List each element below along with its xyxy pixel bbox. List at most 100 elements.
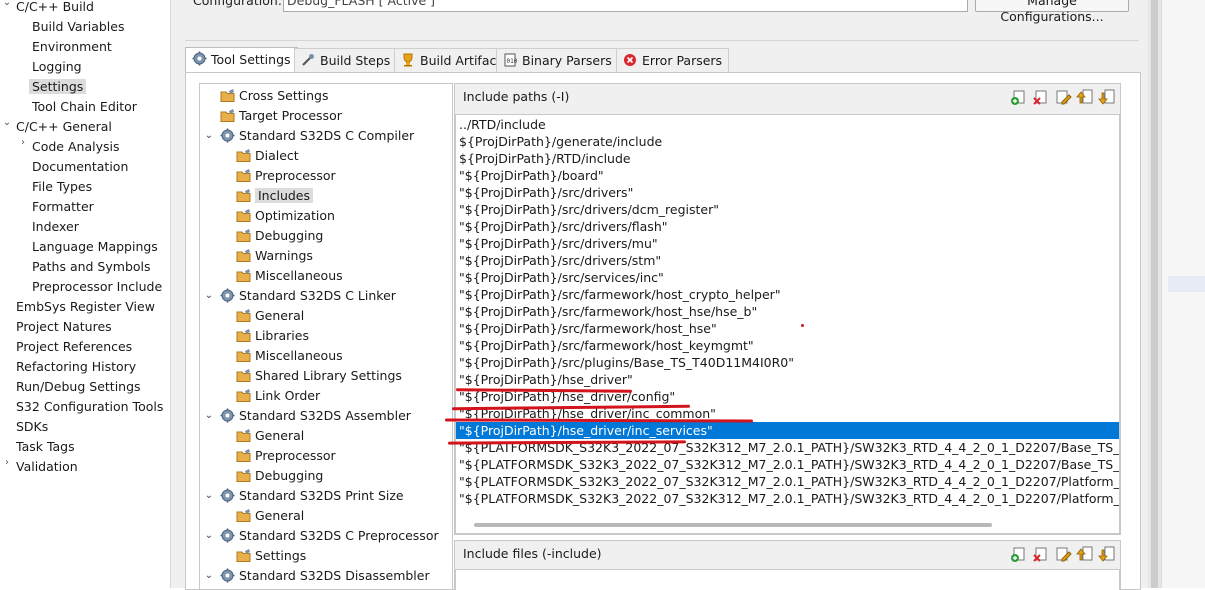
property-item[interactable]: EmbSys Register View: [16, 297, 155, 316]
delete-icon[interactable]: [1032, 88, 1050, 106]
tree-item[interactable]: Debugging: [236, 226, 323, 245]
tree-item[interactable]: Miscellaneous: [236, 346, 343, 365]
tree-item[interactable]: ⌄ Standard S32DS C Linker: [205, 286, 396, 305]
tab-tool-settings[interactable]: Tool Settings: [185, 47, 298, 73]
property-item[interactable]: Logging: [32, 57, 82, 76]
delete-icon[interactable]: [1032, 545, 1050, 563]
property-item[interactable]: Indexer: [32, 217, 79, 236]
tree-item[interactable]: ⌄ Standard S32DS Print Size: [205, 486, 404, 505]
move-down-icon[interactable]: [1098, 545, 1116, 563]
include-path-row[interactable]: "${ProjDirPath}/src/drivers": [456, 184, 1119, 201]
property-item[interactable]: File Types: [32, 177, 92, 196]
chevron-down-icon[interactable]: ⌄: [204, 526, 214, 545]
tab-build-artifact[interactable]: Build Artifact: [394, 48, 509, 72]
include-path-row[interactable]: "${PLATFORMSDK_S32K3_2022_07_S32K312_M7_…: [456, 473, 1119, 490]
include-path-row[interactable]: "${ProjDirPath}/src/farmework/host_hse": [456, 320, 1119, 337]
include-path-row[interactable]: "${ProjDirPath}/src/farmework/host_hse/h…: [456, 303, 1119, 320]
tree-item[interactable]: Miscellaneous: [236, 266, 343, 285]
property-item[interactable]: Tool Chain Editor: [32, 97, 137, 116]
tab-binary-parsers[interactable]: 010 Binary Parsers: [496, 48, 619, 72]
property-item[interactable]: C/C++ Build: [16, 0, 94, 16]
edit-icon[interactable]: [1054, 545, 1072, 563]
property-item[interactable]: Project Natures: [16, 317, 112, 336]
property-item[interactable]: Documentation: [32, 157, 128, 176]
tree-item[interactable]: ⌄ Standard S32DS C Compiler: [205, 126, 414, 145]
tree-item[interactable]: Optimization: [236, 206, 335, 225]
chevron-right-icon[interactable]: ›: [18, 137, 28, 148]
include-path-row[interactable]: ../RTD/include: [456, 116, 1119, 133]
property-item[interactable]: Environment: [32, 37, 112, 56]
include-paths-list[interactable]: ../RTD/include ${ProjDirPath}/generate/in…: [455, 114, 1120, 534]
include-path-row[interactable]: "${PLATFORMSDK_S32K3_2022_07_S32K312_M7_…: [456, 490, 1119, 507]
property-item[interactable]: Language Mappings: [32, 237, 158, 256]
edit-icon[interactable]: [1054, 88, 1072, 106]
tree-item[interactable]: Includes: [236, 186, 314, 205]
property-item[interactable]: S32 Configuration Tools: [16, 397, 163, 416]
tree-item[interactable]: Settings: [236, 546, 306, 565]
property-item[interactable]: Formatter: [32, 197, 94, 216]
include-path-row[interactable]: "${ProjDirPath}/src/farmework/host_keymg…: [456, 337, 1119, 354]
scrollbar-thumb[interactable]: [1151, 0, 1158, 588]
chevron-down-icon[interactable]: ⌄: [204, 406, 214, 425]
property-item[interactable]: Task Tags: [16, 437, 75, 456]
tree-item[interactable]: Preprocessor: [236, 446, 336, 465]
include-path-row[interactable]: "${ProjDirPath}/src/drivers/mu": [456, 235, 1119, 252]
add-icon[interactable]: [1010, 88, 1028, 106]
property-item[interactable]: Build Variables: [32, 17, 124, 36]
tree-item[interactable]: Warnings: [236, 246, 313, 265]
property-item[interactable]: Code Analysis: [32, 137, 119, 156]
chevron-right-icon[interactable]: ›: [2, 457, 12, 468]
tree-item[interactable]: Dialect: [236, 146, 299, 165]
include-path-row[interactable]: ${ProjDirPath}/RTD/include: [456, 150, 1119, 167]
tree-item[interactable]: ⌄ Standard S32DS Assembler: [205, 406, 411, 425]
tree-item[interactable]: General: [236, 506, 304, 525]
chevron-down-icon[interactable]: ⌄: [204, 486, 214, 505]
property-item[interactable]: Preprocessor Include: [32, 277, 162, 296]
configuration-combo[interactable]: Debug_FLASH [ Active ]: [283, 0, 968, 12]
manage-configurations-button[interactable]: Manage Configurations...: [975, 0, 1129, 24]
include-path-row[interactable]: "${ProjDirPath}/src/drivers/dcm_register…: [456, 201, 1119, 218]
chevron-down-icon[interactable]: ⌄: [204, 286, 214, 305]
move-down-icon[interactable]: [1098, 88, 1116, 106]
horizontal-scrollbar[interactable]: [456, 517, 1119, 533]
include-path-row[interactable]: "${ProjDirPath}/src/farmework/host_crypt…: [456, 286, 1119, 303]
tree-item[interactable]: Libraries: [236, 326, 309, 345]
tree-item[interactable]: Link Order: [236, 386, 320, 405]
tab-error-parsers[interactable]: Error Parsers: [616, 48, 730, 72]
property-item[interactable]: Settings: [29, 77, 87, 96]
include-path-row[interactable]: "${ProjDirPath}/src/plugins/Base_TS_T40D…: [456, 354, 1119, 371]
chevron-down-icon[interactable]: ⌄: [204, 566, 214, 585]
tree-item[interactable]: General: [236, 306, 304, 325]
property-item[interactable]: Run/Debug Settings: [16, 377, 141, 396]
tree-item[interactable]: ⌄ Standard S32DS Disassembler: [205, 566, 430, 585]
include-path-row[interactable]: "${ProjDirPath}/src/drivers/stm": [456, 252, 1119, 269]
tree-item[interactable]: Cross Settings: [220, 86, 329, 105]
tree-item[interactable]: Target Processor: [220, 106, 342, 125]
include-files-list[interactable]: [455, 569, 1120, 590]
include-path-row[interactable]: "${PLATFORMSDK_S32K3_2022_07_S32K312_M7_…: [456, 456, 1119, 473]
tree-item[interactable]: Debugging: [236, 466, 323, 485]
tree-item[interactable]: Shared Library Settings: [236, 366, 402, 385]
include-path-row[interactable]: "${ProjDirPath}/hse_driver": [456, 371, 1119, 388]
property-item[interactable]: Project References: [16, 337, 132, 356]
include-path-row[interactable]: ${ProjDirPath}/generate/include: [456, 133, 1119, 150]
property-item[interactable]: Refactoring History: [16, 357, 136, 376]
property-item[interactable]: C/C++ General: [16, 117, 112, 136]
tab-build-steps[interactable]: Build Steps: [294, 48, 398, 72]
include-path-row[interactable]: "${ProjDirPath}/board": [456, 167, 1119, 184]
vertical-scrollbar[interactable]: [1148, 0, 1161, 588]
add-icon[interactable]: [1010, 545, 1028, 563]
chevron-down-icon[interactable]: ⌄: [204, 126, 214, 145]
property-item[interactable]: Validation: [16, 457, 78, 476]
tree-item[interactable]: Preprocessor: [236, 166, 336, 185]
tree-item[interactable]: General: [236, 426, 304, 445]
scrollbar-thumb[interactable]: [474, 523, 992, 527]
property-item[interactable]: Paths and Symbols: [32, 257, 151, 276]
chevron-down-icon[interactable]: ⌄: [2, 117, 12, 128]
tree-item[interactable]: ⌄ Standard S32DS C Preprocessor: [205, 526, 439, 545]
include-path-row[interactable]: "${ProjDirPath}/hse_driver/inc_services": [456, 422, 1119, 439]
include-path-row[interactable]: "${ProjDirPath}/src/drivers/flash": [456, 218, 1119, 235]
include-path-row[interactable]: "${ProjDirPath}/src/services/inc": [456, 269, 1119, 286]
move-up-icon[interactable]: [1076, 88, 1094, 106]
chevron-down-icon[interactable]: ⌄: [2, 0, 12, 8]
